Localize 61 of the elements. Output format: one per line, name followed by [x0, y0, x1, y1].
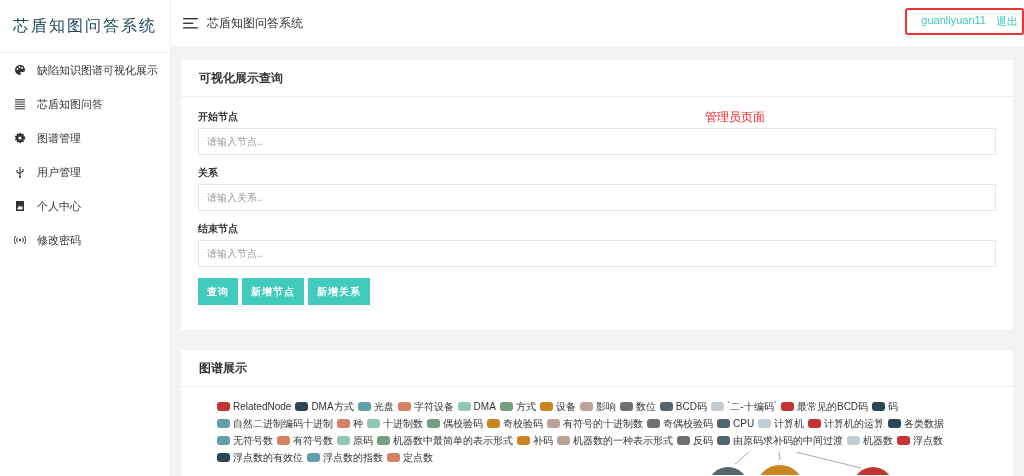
field-label: 关系	[198, 167, 218, 179]
legend-item[interactable]: `二-十编码`	[710, 400, 777, 413]
legend-item[interactable]: 数位	[619, 400, 656, 413]
field-label: 开始节点	[198, 111, 238, 123]
legend-item[interactable]: DMA	[457, 400, 496, 413]
legend-item[interactable]: 计算机的运算	[808, 417, 885, 430]
legend-item[interactable]: 有符号数	[277, 434, 333, 447]
legend-item[interactable]: CPU	[717, 417, 755, 430]
legend-item[interactable]: 浮点数的有效位	[217, 451, 303, 464]
legend-item[interactable]: 无符号数	[217, 434, 273, 447]
legend-item[interactable]: 设备	[539, 400, 576, 413]
sidebar-item[interactable]: 缺陷知识图谱可视化展示	[0, 53, 170, 87]
legend-item[interactable]: 有符号的十进制数	[547, 417, 643, 430]
panel-title: 可视化展示查询	[199, 69, 283, 87]
app-logo: 芯盾知图问答系统	[13, 15, 157, 37]
legend-item[interactable]: 奇校验码	[487, 417, 543, 430]
usb-icon	[14, 166, 26, 178]
legend-item[interactable]: 影响	[579, 400, 616, 413]
sidebar-item[interactable]: 修改密码	[0, 223, 170, 257]
menu-icon[interactable]	[183, 17, 198, 29]
sidebar-item[interactable]: 用户管理	[0, 155, 170, 189]
legend-item[interactable]: 浮点数的指数	[307, 451, 383, 464]
input-field[interactable]: 请输入关系..	[198, 184, 996, 211]
legend-item[interactable]: 方式	[499, 400, 536, 413]
legend-item[interactable]: 种	[337, 417, 363, 430]
legend-item[interactable]: 奇偶校验码	[647, 417, 713, 430]
input-field[interactable]: 请输入节点..	[198, 128, 996, 155]
field-label: 结束节点	[198, 223, 238, 235]
legend-item[interactable]: DMA方式	[295, 400, 354, 413]
legend-item[interactable]: BCD码	[659, 400, 707, 413]
legend-item[interactable]: RelatedNode	[217, 400, 292, 413]
annotation-text: 管理员页面	[705, 109, 765, 126]
legend-item[interactable]: 定点数	[387, 451, 433, 464]
legend-item[interactable]: 浮点数	[897, 434, 943, 447]
settings-icon	[14, 132, 26, 144]
palette-icon	[14, 64, 26, 76]
list-icon	[14, 98, 26, 110]
legend-item[interactable]: 反码	[677, 434, 713, 447]
legend-item[interactable]: 偶校验码	[427, 417, 483, 430]
legend-item[interactable]: 机器数	[847, 434, 893, 447]
legend-item[interactable]: 自然二进制编码十进制	[217, 417, 333, 430]
legend-item[interactable]: 码	[872, 400, 899, 413]
legend-item[interactable]: 光盘	[357, 400, 394, 413]
book-icon	[14, 200, 26, 212]
broadcast-icon	[14, 234, 26, 246]
legend-item[interactable]: 最常见的BCD码	[780, 400, 869, 413]
legend-item[interactable]: 字符设备	[397, 400, 454, 413]
legend-item[interactable]: 机器数中最简单的表示形式	[377, 434, 513, 447]
legend-item[interactable]: 十进制数	[367, 417, 423, 430]
sidebar-item[interactable]: 图谱管理	[0, 121, 170, 155]
legend-item[interactable]: 计算机	[758, 417, 805, 430]
sidebar-item[interactable]: 个人中心	[0, 189, 170, 223]
sidebar-item[interactable]: 芯盾知图问答	[0, 87, 170, 121]
input-field[interactable]: 请输入节点..	[198, 240, 996, 267]
legend-item[interactable]: 机器数的一种表示形式	[557, 434, 673, 447]
legend-item[interactable]: 由原码求补码的中间过渡	[717, 434, 843, 447]
page-title: 芯盾知图问答系统	[207, 14, 303, 32]
legend-item[interactable]: 各类数据	[888, 417, 945, 430]
panel-title: 图谱展示	[199, 359, 247, 377]
legend-item[interactable]: 补码	[517, 434, 553, 447]
legend-item[interactable]: 原码	[337, 434, 373, 447]
